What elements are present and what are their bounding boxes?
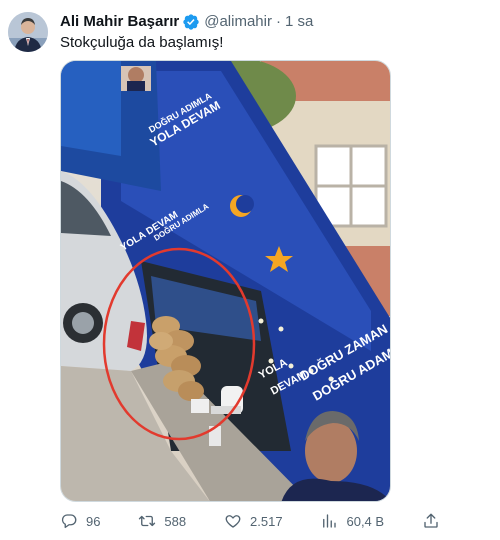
views-button[interactable]: 60,4 B <box>320 512 384 530</box>
separator-dot: · <box>275 13 281 30</box>
reply-count: 96 <box>86 513 101 529</box>
tweet-actions: 96 588 2.517 60,4 B <box>60 510 438 532</box>
like-count: 2.517 <box>250 513 283 529</box>
reply-button[interactable]: 96 <box>60 512 100 530</box>
repost-icon <box>139 515 156 527</box>
share-icon <box>424 513 438 528</box>
verified-icon[interactable] <box>182 13 200 31</box>
tweet-text: Stokçuluğa da başlamış! <box>60 34 224 51</box>
banner-top-portrait <box>121 66 151 91</box>
tweet-header: Ali Mahir Başarır @alimahir · 1 sa <box>60 12 313 32</box>
avatar-image <box>8 12 48 52</box>
views-count: 60,4 B <box>346 513 385 529</box>
media-photo: DOĞRU ADIMLA YOLA DEVAM DOĞRU ADIMLA YOL… <box>61 61 390 501</box>
author-name[interactable]: Ali Mahir Başarır <box>60 12 179 32</box>
avatar[interactable] <box>8 12 48 52</box>
views-icon <box>323 514 337 528</box>
tweet-media[interactable]: DOĞRU ADIMLA YOLA DEVAM DOĞRU ADIMLA YOL… <box>60 60 391 502</box>
author-handle[interactable]: @alimahir <box>204 12 272 32</box>
timestamp[interactable]: 1 sa <box>285 12 313 32</box>
like-icon <box>225 515 241 528</box>
share-button[interactable] <box>422 512 440 530</box>
repost-count: 588 <box>164 513 187 529</box>
reply-icon <box>61 514 77 529</box>
like-button[interactable]: 2.517 <box>224 512 283 530</box>
repost-button[interactable]: 588 <box>138 512 186 530</box>
